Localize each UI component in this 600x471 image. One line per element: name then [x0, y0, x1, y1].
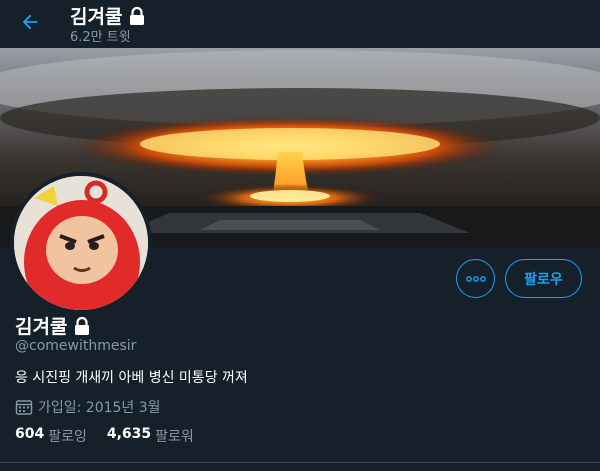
calendar-icon	[15, 400, 33, 415]
following-label: 팔로잉	[48, 429, 87, 445]
join-date: 가입일: 2015년 3월	[15, 397, 161, 417]
tweet-count: 6.2만 트윗	[70, 30, 131, 45]
divider	[0, 462, 600, 463]
following-link[interactable]: 604 팔로잉	[15, 426, 87, 446]
join-date-text: 가입일: 2015년 3월	[38, 400, 161, 416]
followers-link[interactable]: 4,635 팔로워	[107, 426, 194, 446]
more-dots-icon	[465, 275, 486, 282]
followers-label: 팔로워	[155, 429, 194, 445]
more-options-button[interactable]	[456, 259, 495, 298]
follow-stats: 604 팔로잉 4,635 팔로워	[15, 426, 194, 446]
user-handle: @comewithmesir	[15, 338, 137, 354]
arrow-left-icon	[22, 14, 38, 30]
follow-button[interactable]: 팔로우	[505, 259, 582, 298]
header-title: 김겨쿨	[70, 2, 146, 29]
profile-name-row: 김겨쿨	[15, 312, 91, 339]
header-name: 김겨쿨	[70, 6, 123, 28]
bio: 응 시진핑 개새끼 아베 병신 미통당 꺼져	[15, 370, 248, 386]
avatar[interactable]	[10, 172, 152, 314]
profile-header: 김겨쿨 6.2만 트윗	[0, 0, 600, 48]
back-button[interactable]	[14, 8, 46, 36]
following-count: 604	[15, 426, 45, 442]
followers-count: 4,635	[106, 426, 152, 442]
lock-icon	[75, 316, 90, 335]
avatar-image	[14, 176, 148, 310]
lock-icon	[130, 6, 145, 25]
display-name: 김겨쿨	[15, 316, 68, 338]
